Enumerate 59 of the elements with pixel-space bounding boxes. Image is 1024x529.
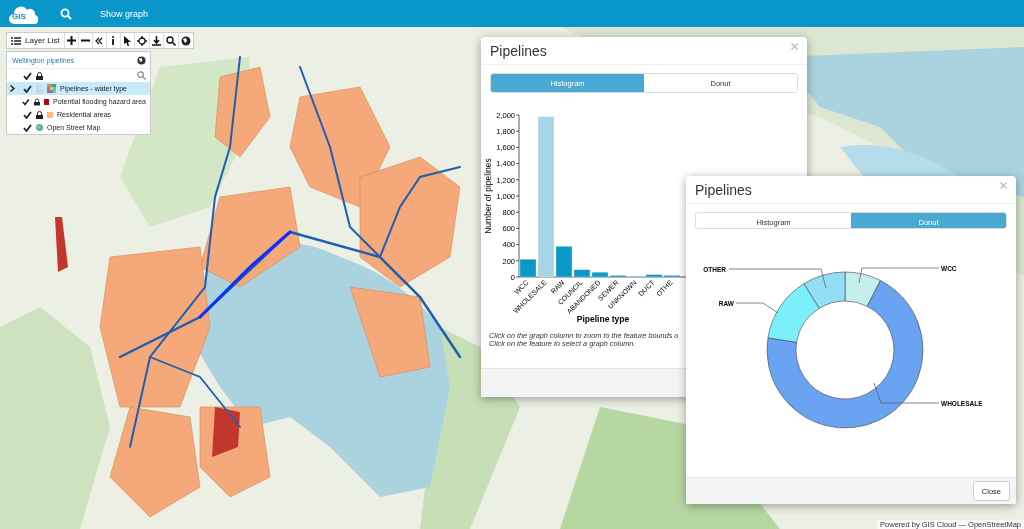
bar[interactable] bbox=[591, 272, 609, 278]
lock-icon[interactable] bbox=[36, 110, 43, 119]
crosshair-icon bbox=[136, 35, 147, 46]
search-icon[interactable] bbox=[60, 7, 72, 20]
basemap-icon bbox=[36, 124, 43, 131]
check-icon[interactable] bbox=[23, 123, 32, 132]
axis-title: Number of pipelines bbox=[483, 158, 493, 234]
lock-icon[interactable] bbox=[36, 71, 43, 80]
dialog-title: Pipelines bbox=[490, 43, 547, 59]
layer-list-button[interactable]: Layer List bbox=[7, 33, 64, 48]
pipeline[interactable] bbox=[149, 356, 241, 428]
chevron-icon[interactable] bbox=[10, 85, 15, 92]
check-icon[interactable] bbox=[23, 84, 32, 93]
globe-button[interactable] bbox=[178, 33, 193, 48]
bar[interactable] bbox=[555, 246, 573, 278]
lock-icon[interactable] bbox=[33, 97, 40, 106]
flood-area bbox=[212, 407, 240, 457]
search-icon bbox=[165, 35, 176, 46]
info-icon bbox=[111, 36, 116, 45]
pipeline[interactable] bbox=[118, 230, 462, 359]
leader-line bbox=[873, 383, 940, 404]
globe-icon[interactable] bbox=[137, 56, 146, 65]
donut-slice[interactable] bbox=[766, 280, 924, 429]
download-button[interactable] bbox=[149, 33, 163, 48]
search-button[interactable] bbox=[163, 33, 178, 48]
zoom-in-button[interactable] bbox=[64, 33, 78, 48]
bar[interactable] bbox=[519, 259, 537, 278]
pipeline[interactable] bbox=[379, 166, 461, 258]
bar[interactable] bbox=[573, 269, 591, 278]
cursor-icon bbox=[123, 35, 131, 46]
zoom-out-button[interactable] bbox=[78, 33, 92, 48]
leader-line bbox=[735, 303, 779, 314]
bar[interactable] bbox=[645, 274, 663, 278]
dialog-title: Pipelines bbox=[695, 182, 752, 198]
info-button[interactable] bbox=[106, 33, 120, 48]
check-icon[interactable] bbox=[23, 71, 32, 80]
donut-slice[interactable] bbox=[767, 283, 820, 343]
select-button[interactable] bbox=[120, 33, 134, 48]
axis-title: Pipeline type bbox=[576, 314, 630, 324]
check-icon[interactable] bbox=[22, 97, 30, 106]
check-icon[interactable] bbox=[23, 110, 32, 119]
pipeline[interactable] bbox=[129, 56, 241, 448]
search-icon[interactable] bbox=[137, 71, 146, 80]
download-icon bbox=[151, 35, 161, 46]
globe-icon bbox=[180, 35, 191, 46]
bar[interactable] bbox=[663, 275, 681, 278]
plus-icon bbox=[66, 36, 76, 45]
double-chevron-icon bbox=[95, 36, 104, 45]
donut-slice[interactable] bbox=[844, 272, 881, 308]
donut-slice[interactable] bbox=[803, 272, 846, 309]
flood-area bbox=[55, 217, 68, 272]
collapse-button[interactable] bbox=[92, 33, 106, 48]
palette-icon bbox=[47, 84, 56, 93]
logo-text: GIS bbox=[12, 11, 26, 21]
list-icon bbox=[11, 36, 21, 45]
pipeline[interactable] bbox=[299, 66, 381, 258]
bar[interactable] bbox=[609, 275, 627, 278]
pipeline[interactable] bbox=[198, 230, 292, 319]
locate-button[interactable] bbox=[134, 33, 149, 48]
